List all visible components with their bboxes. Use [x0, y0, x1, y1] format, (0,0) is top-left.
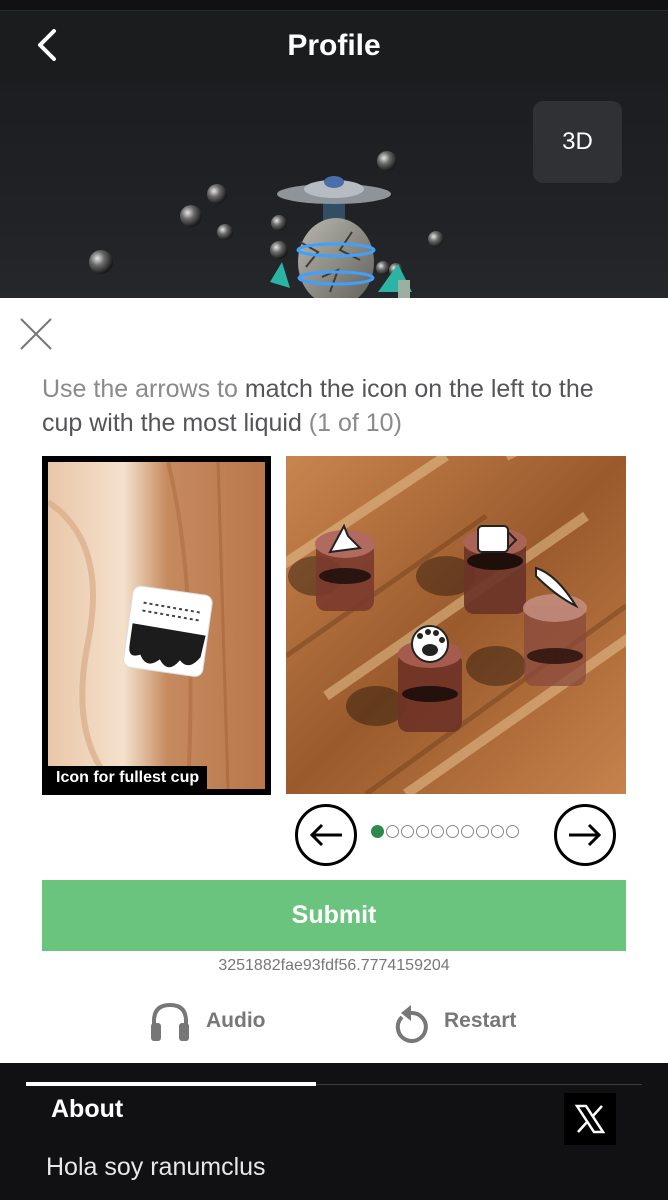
page-dot[interactable] — [491, 825, 504, 838]
captcha-modal: Use the arrows to match the icon on the … — [0, 298, 668, 1063]
session-id: 3251882fae93fdf56.7774159204 — [218, 957, 450, 974]
restart-button[interactable]: Restart — [392, 998, 516, 1044]
page-dot[interactable] — [506, 825, 519, 838]
page-dot[interactable] — [386, 825, 399, 838]
restart-label: Restart — [444, 1009, 517, 1032]
x-social-link[interactable] — [564, 1093, 616, 1145]
audio-label: Audio — [206, 1009, 266, 1032]
close-button[interactable] — [18, 316, 54, 352]
close-icon — [20, 318, 52, 350]
about-tab-indicator — [26, 1082, 316, 1086]
arrow-left-icon — [309, 823, 342, 847]
view-3d-button[interactable]: 3D — [533, 101, 622, 183]
page-dot[interactable] — [476, 825, 489, 838]
captcha-instruction: Use the arrows to match the icon on the … — [42, 372, 632, 440]
app-header: Profile — [0, 10, 668, 82]
headphones-icon — [151, 1002, 189, 1041]
audio-button[interactable]: Audio — [148, 998, 265, 1044]
restart-icon — [395, 1005, 428, 1043]
page-title: Profile — [287, 29, 381, 62]
reference-image — [48, 462, 265, 789]
page-dot[interactable] — [401, 825, 414, 838]
status-bar — [0, 0, 668, 10]
cups-image-panel — [286, 456, 626, 794]
previous-button[interactable] — [295, 804, 357, 866]
page-indicator — [371, 825, 519, 838]
reference-icon-panel: Icon for fullest cup — [42, 456, 271, 795]
page-dot[interactable] — [461, 825, 474, 838]
cups-image — [286, 456, 626, 794]
x-logo-icon — [574, 1104, 606, 1134]
instruction-counter: (1 of 10) — [301, 409, 402, 437]
about-heading: About — [51, 1095, 124, 1123]
profile-footer: About Hola soy ranumclus — [0, 1063, 668, 1200]
arrow-right-icon — [569, 823, 602, 847]
next-button[interactable] — [554, 804, 616, 866]
divider — [316, 1084, 642, 1085]
instruction-prefix: Use the arrows to — [42, 375, 245, 403]
page-dot[interactable] — [431, 825, 444, 838]
profile-bio: Hola soy ranumclus — [46, 1153, 266, 1181]
reference-caption: Icon for fullest cup — [48, 766, 208, 789]
page-dot[interactable] — [371, 825, 384, 838]
page-dot[interactable] — [416, 825, 429, 838]
page-dot[interactable] — [446, 825, 459, 838]
submit-button[interactable]: Submit — [42, 880, 626, 951]
